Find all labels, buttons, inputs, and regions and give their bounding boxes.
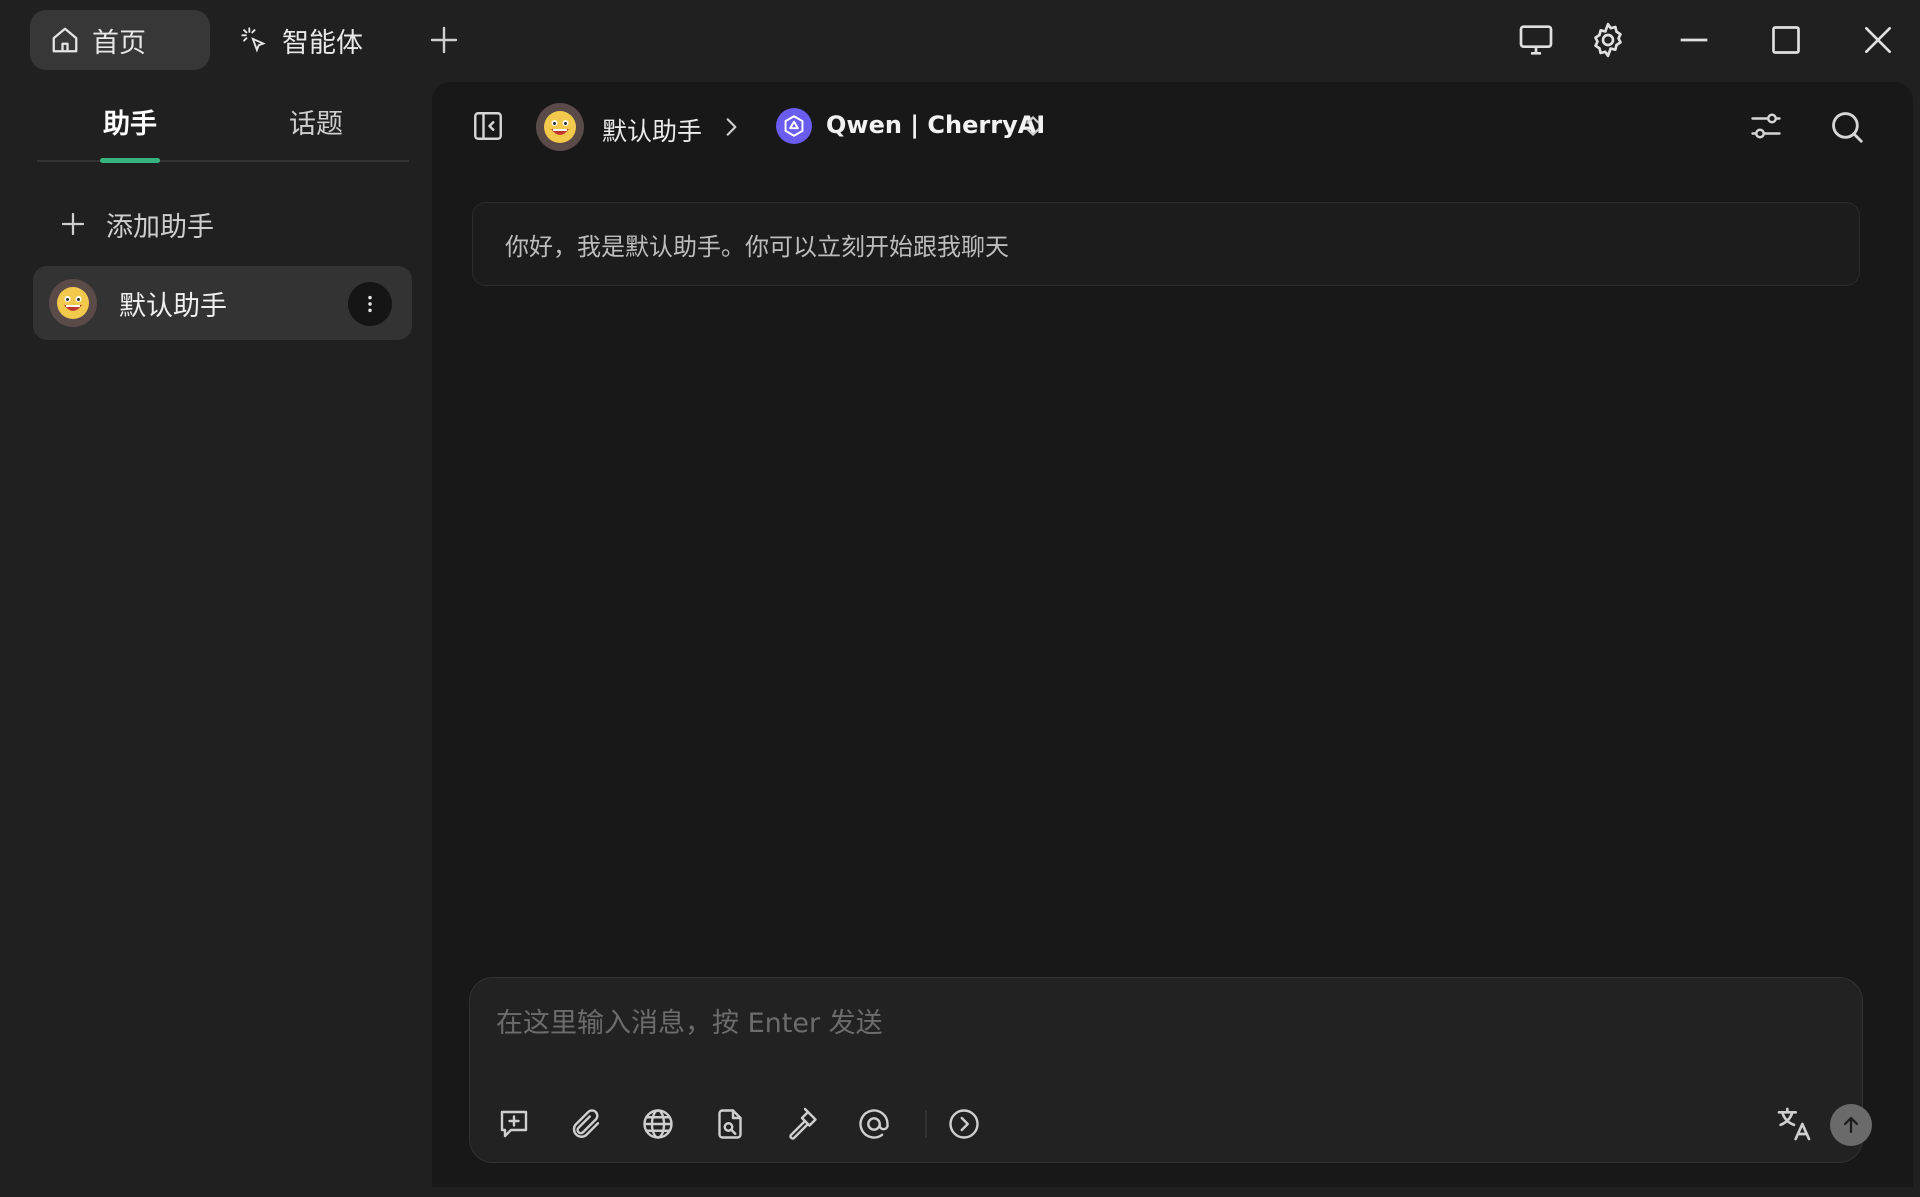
tab-agents[interactable]: 智能体 (240, 10, 380, 70)
sparkle-cursor-icon (240, 26, 268, 54)
add-assistant-button[interactable]: 添加助手 (58, 198, 214, 250)
new-topic-icon[interactable] (496, 1106, 532, 1142)
header-assistant-name[interactable]: 默认助手 (602, 112, 702, 148)
assistant-list-item[interactable]: 默认助手 (33, 266, 412, 340)
toolbar-divider (925, 1110, 927, 1138)
assistant-sidebar: 助手 话题 添加助手 默认助手 (0, 80, 432, 1197)
send-button[interactable] (1830, 1104, 1872, 1146)
tab-assistants[interactable]: 助手 (103, 102, 157, 141)
grinning-face-icon (57, 287, 89, 319)
search-icon[interactable] (1828, 108, 1866, 146)
chat-panel: 默认助手 Qwen | CherryAI 你好，我是默认助手。你可以立刻开始跟我… (432, 82, 1913, 1187)
more-options-button[interactable] (348, 282, 392, 326)
message-composer (469, 977, 1872, 1163)
tab-divider (37, 160, 409, 162)
active-tab-indicator (100, 158, 160, 163)
close-icon[interactable] (1858, 20, 1898, 60)
translate-icon[interactable] (1774, 1104, 1814, 1144)
add-assistant-label: 添加助手 (106, 211, 214, 243)
globe-icon[interactable] (640, 1106, 676, 1142)
header-assistant-avatar (536, 103, 584, 151)
attachment-icon[interactable] (568, 1106, 604, 1142)
model-selector[interactable]: Qwen | CherryAI (826, 111, 1045, 139)
welcome-message-card: 你好，我是默认助手。你可以立刻开始跟我聊天 (472, 202, 1860, 286)
grinning-face-icon (544, 111, 576, 143)
welcome-message-text: 你好，我是默认助手。你可以立刻开始跟我聊天 (505, 232, 1009, 261)
chevron-up-down-icon[interactable] (1020, 112, 1046, 140)
vertical-dots-icon (368, 295, 372, 313)
knowledge-file-icon[interactable] (712, 1106, 748, 1142)
sidebar-toggle-icon[interactable] (470, 108, 506, 144)
arrow-up-icon (1843, 1116, 1859, 1134)
title-bar: 首页 智能体 (0, 0, 1920, 80)
assistant-name: 默认助手 (119, 290, 227, 322)
assistant-avatar (49, 279, 97, 327)
sliders-settings-icon[interactable] (1748, 108, 1784, 144)
gear-icon[interactable] (1588, 20, 1628, 60)
maximize-icon[interactable] (1766, 20, 1806, 60)
qwen-logo-icon (776, 108, 812, 144)
tab-home[interactable]: 首页 (30, 10, 210, 70)
home-icon (50, 25, 80, 55)
plus-icon (58, 209, 88, 239)
chat-header: 默认助手 Qwen | CherryAI (432, 82, 1913, 172)
at-mention-icon[interactable] (856, 1106, 892, 1142)
add-tab-button[interactable] (428, 24, 460, 56)
tab-home-label: 首页 (92, 27, 146, 59)
chevron-right-icon (718, 114, 744, 140)
minimize-icon[interactable] (1674, 20, 1714, 60)
expand-more-icon[interactable] (946, 1106, 982, 1142)
hammer-icon[interactable] (784, 1106, 820, 1142)
monitor-icon[interactable] (1516, 20, 1556, 60)
tab-agents-label: 智能体 (282, 27, 363, 59)
tab-topics[interactable]: 话题 (289, 102, 343, 141)
message-input[interactable] (494, 992, 1798, 1054)
